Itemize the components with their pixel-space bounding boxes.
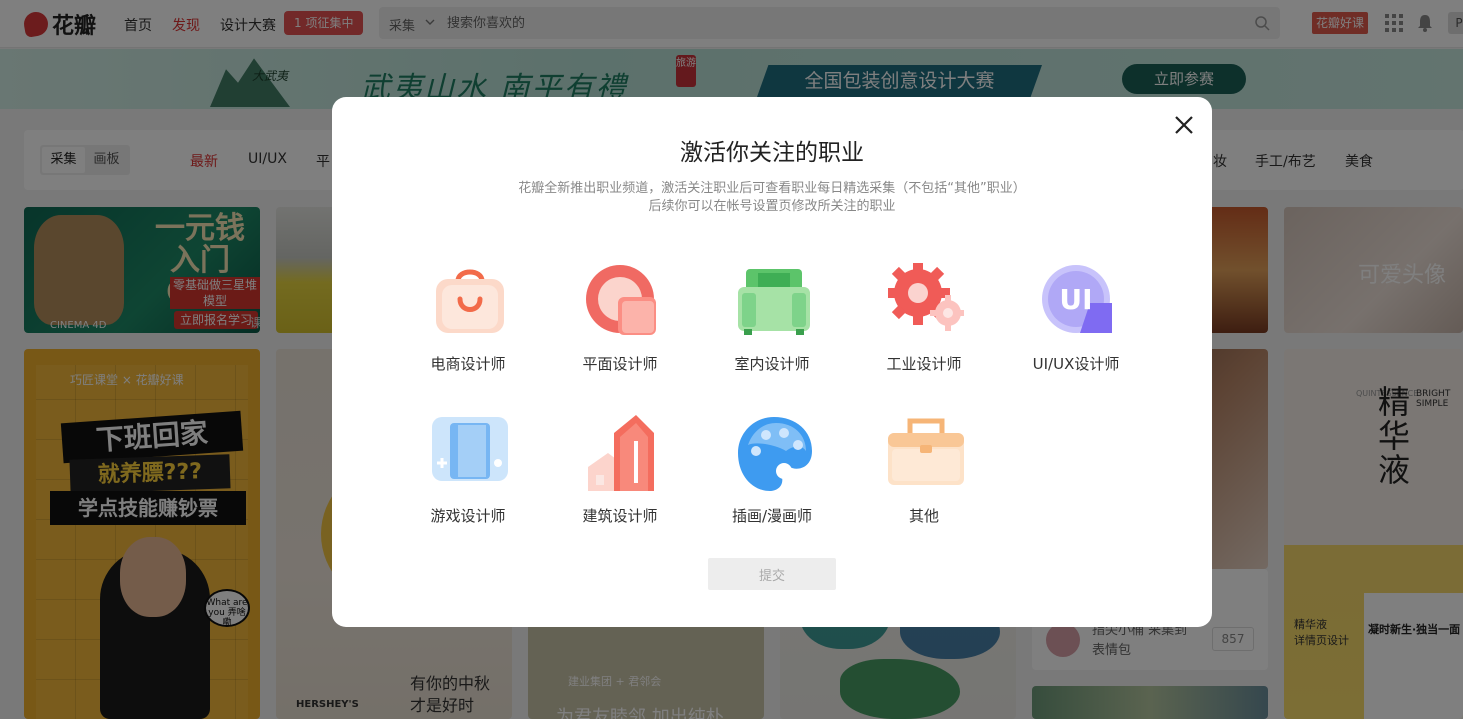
job-industrial[interactable]: 工业设计师	[864, 263, 984, 383]
svg-text:UI: UI	[1059, 283, 1092, 316]
job-ecommerce[interactable]: 电商设计师	[408, 263, 528, 383]
job-other[interactable]: 其他	[864, 415, 984, 535]
job-label: 工业设计师	[886, 355, 962, 373]
job-label: 插画/漫画师	[731, 507, 813, 525]
palette-icon	[738, 417, 812, 491]
gamepad-icon	[432, 417, 508, 481]
job-label: 其他	[908, 507, 939, 525]
job-label: 电商设计师	[430, 355, 506, 373]
job-label: UI/UX设计师	[1032, 355, 1120, 373]
ui-badge-icon: UI	[1042, 265, 1112, 333]
job-graphic[interactable]: 平面设计师	[560, 263, 680, 383]
job-label: 平面设计师	[582, 355, 658, 373]
job-interior[interactable]: 室内设计师	[712, 263, 832, 383]
graphic-design-icon	[586, 265, 656, 335]
job-uiux[interactable]: UI UI/UX设计师	[1016, 263, 1136, 383]
gears-icon	[888, 263, 964, 331]
dialog-description: 花瓣全新推出职业频道，激活关注职业后可查看职业每日精选采集（不包括“其他”职业）	[518, 181, 1026, 196]
dialog-title: 激活你关注的职业	[680, 140, 864, 166]
building-icon	[588, 415, 654, 491]
job-label: 建筑设计师	[582, 507, 658, 525]
shopping-bag-icon	[436, 269, 504, 333]
dialog-description-2: 后续你可以在帐号设置页修改所关注的职业	[648, 199, 896, 214]
submit-button[interactable]: 提交	[708, 558, 836, 590]
job-illustration[interactable]: 插画/漫画师	[712, 415, 832, 535]
activate-profession-dialog: 激活你关注的职业 花瓣全新推出职业频道，激活关注职业后可查看职业每日精选采集（不…	[332, 97, 1212, 627]
job-label: 游戏设计师	[430, 507, 506, 525]
job-label: 室内设计师	[734, 355, 810, 373]
sofa-icon	[738, 269, 810, 335]
toolbox-icon	[888, 418, 964, 485]
job-game[interactable]: 游戏设计师	[408, 415, 528, 535]
job-architecture[interactable]: 建筑设计师	[560, 415, 680, 535]
